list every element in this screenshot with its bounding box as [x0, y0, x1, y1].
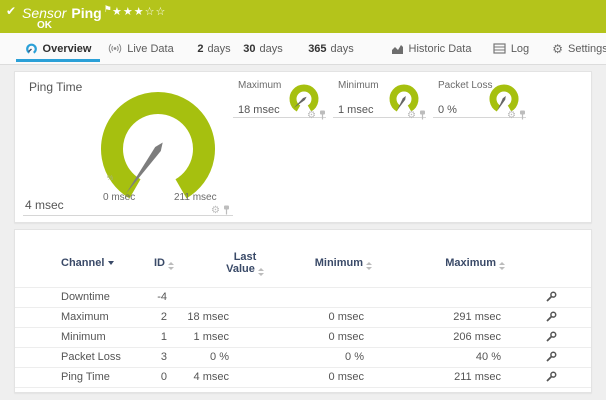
- sort-icon[interactable]: [499, 262, 505, 270]
- tab-log[interactable]: Log: [492, 33, 530, 64]
- gauge-pin-icon[interactable]: [419, 107, 426, 125]
- channel-settings-wrench-icon[interactable]: [545, 367, 557, 387]
- cell-id: 1: [161, 327, 167, 347]
- tab-live-data[interactable]: Live Data: [108, 33, 174, 64]
- sensor-status-text: OK: [37, 20, 52, 31]
- gauge-title: Maximum: [238, 80, 281, 91]
- tab-settings[interactable]: ⚙Settings: [556, 33, 604, 64]
- gauge-min-label: 0 msec: [103, 192, 135, 203]
- tab-number: 30: [243, 43, 255, 55]
- tab-label: Settings: [568, 43, 606, 55]
- tab-overview[interactable]: Overview: [16, 33, 100, 64]
- value-underline: [23, 215, 233, 216]
- cell-last-value: 0 %: [210, 347, 229, 367]
- tab-label: days: [260, 43, 283, 55]
- channel-settings-wrench-icon[interactable]: [545, 347, 557, 367]
- tab-number: 2: [197, 43, 203, 55]
- favorite-flag-icon[interactable]: ⚑: [104, 4, 112, 14]
- column-header-maximum[interactable]: Maximum: [445, 257, 505, 270]
- prtg-sensor-page: ✔ Sensor Ping⚑ ★★★☆☆ OK Overview Live Data…: [0, 0, 606, 400]
- gauge-panel-title: Ping Time: [29, 80, 82, 94]
- cell-minimum: 0 msec: [329, 307, 364, 327]
- gauge-actions: ⚙: [307, 107, 326, 125]
- gauge-pin-icon[interactable]: [519, 107, 526, 125]
- gauge-settings-gear-icon[interactable]: ⚙: [211, 206, 220, 216]
- cell-id: 0: [161, 367, 167, 387]
- ping-time-current-value: 4 msec: [25, 198, 64, 212]
- cell-last-value: 18 msec: [187, 307, 229, 327]
- gauge-pin-icon[interactable]: [319, 107, 326, 125]
- column-header-channel[interactable]: Channel: [61, 257, 114, 269]
- tab-label: Log: [511, 43, 529, 55]
- sensor-title: Sensor Ping⚑: [22, 4, 112, 21]
- cell-channel: Minimum: [61, 327, 106, 347]
- channel-settings-wrench-icon[interactable]: [545, 327, 557, 347]
- area-chart-icon: [391, 43, 404, 55]
- cell-minimum: 0 msec: [329, 367, 364, 387]
- gauge-value: 1 msec: [338, 104, 373, 116]
- column-header-id[interactable]: ID: [154, 257, 174, 270]
- log-icon: [493, 43, 506, 54]
- tab-historic-data[interactable]: Historic Data: [396, 33, 466, 64]
- tab-2-days[interactable]: 2 days: [196, 33, 232, 64]
- gauge-panel: Ping Time % 0 msec 211 msec 4 msec ⚙ Max…: [14, 71, 592, 223]
- column-header-last-value[interactable]: LastValue: [195, 251, 295, 276]
- cell-channel: Packet Loss: [61, 347, 121, 367]
- sort-icon[interactable]: [258, 268, 264, 276]
- cell-minimum: 0 msec: [329, 327, 364, 347]
- gauge-value: 18 msec: [238, 104, 280, 116]
- cell-minimum: 0 %: [345, 347, 364, 367]
- tab-number: 365: [308, 43, 326, 55]
- percent-scale-toggle-icon[interactable]: %: [107, 175, 113, 182]
- gauge-settings-gear-icon[interactable]: ⚙: [407, 111, 416, 121]
- tab-label: Live Data: [127, 43, 173, 55]
- cell-id: 2: [161, 307, 167, 327]
- cell-channel: Ping Time: [61, 367, 110, 387]
- gauge-actions: ⚙: [507, 107, 526, 125]
- cell-maximum: 291 msec: [453, 307, 501, 327]
- cell-maximum: 211 msec: [454, 367, 501, 387]
- gauge-value: 0 %: [438, 104, 457, 116]
- channel-table-panel: ChannelIDLastValueMinimumMaximumDowntime…: [14, 229, 592, 393]
- sensor-type-label: Sensor: [22, 5, 66, 21]
- tab-label: Historic Data: [409, 43, 472, 55]
- cell-maximum: 206 msec: [453, 327, 501, 347]
- gauge-icon: [25, 43, 38, 55]
- gauge-title: Minimum: [338, 80, 379, 91]
- gauge-pin-icon[interactable]: [223, 202, 230, 220]
- tab-label: days: [207, 43, 230, 55]
- channel-settings-wrench-icon[interactable]: [545, 287, 557, 307]
- tab-label: days: [331, 43, 354, 55]
- live-data-icon: [108, 42, 122, 55]
- cell-id: -4: [157, 287, 167, 307]
- maximum-gauge-group: Maximum 18 msec ⚙: [233, 72, 333, 222]
- tab-bar: Overview Live Data 2 days 30 days 365 days Histo…: [0, 33, 606, 65]
- cell-channel: Downtime: [61, 287, 110, 307]
- gauge-settings-gear-icon[interactable]: ⚙: [307, 111, 316, 121]
- cell-last-value: 1 msec: [194, 327, 229, 347]
- sort-caret-icon[interactable]: [108, 261, 114, 265]
- sensor-status-bar: ✔ Sensor Ping⚑ ★★★☆☆ OK: [0, 0, 606, 33]
- priority-stars[interactable]: ★★★☆☆: [112, 5, 166, 18]
- sensor-name: Ping: [71, 5, 101, 21]
- tab-365-days[interactable]: 365 days: [306, 33, 356, 64]
- minimum-gauge-group: Minimum 1 msec ⚙: [333, 72, 433, 222]
- tab-30-days[interactable]: 30 days: [242, 33, 284, 64]
- gauge-settings-gear-icon[interactable]: ⚙: [507, 111, 516, 121]
- sort-icon[interactable]: [168, 262, 174, 270]
- settings-gear-icon: ⚙: [552, 42, 563, 56]
- main-gauge-actions: ⚙: [211, 202, 230, 220]
- cell-maximum: 40 %: [476, 347, 501, 367]
- tab-label: Overview: [43, 43, 92, 55]
- column-header-minimum[interactable]: Minimum: [315, 257, 372, 270]
- cell-id: 3: [161, 347, 167, 367]
- packet-loss-gauge-group: Packet Loss 0 % ⚙: [433, 72, 533, 222]
- gauge-actions: ⚙: [407, 107, 426, 125]
- sort-icon[interactable]: [366, 262, 372, 270]
- ok-checkmark-icon: ✔: [6, 4, 16, 18]
- gauge-title: Packet Loss: [438, 80, 492, 91]
- channel-settings-wrench-icon[interactable]: [545, 307, 557, 327]
- cell-channel: Maximum: [61, 307, 109, 327]
- cell-last-value: 4 msec: [194, 367, 229, 387]
